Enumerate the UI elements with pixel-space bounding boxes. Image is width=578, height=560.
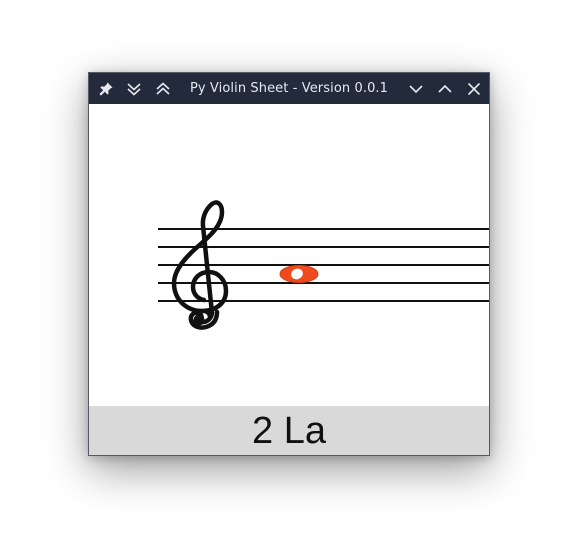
maximize-icon[interactable]	[434, 78, 456, 100]
keep-above-icon[interactable]	[152, 78, 174, 100]
minimize-icon[interactable]	[405, 78, 427, 100]
window-title: Py Violin Sheet - Version 0.0.1	[189, 81, 389, 96]
note-name-label: 2 La	[252, 410, 326, 452]
music-staff	[158, 200, 489, 330]
close-icon[interactable]	[463, 78, 485, 100]
title-bar[interactable]: Py Violin Sheet - Version 0.0.1	[89, 73, 489, 104]
note-head	[279, 265, 319, 283]
pin-icon[interactable]	[95, 78, 117, 100]
keep-below-icon[interactable]	[123, 78, 145, 100]
app-window: Py Violin Sheet - Version 0.0.1 2 La	[88, 72, 490, 456]
note-name-bar: 2 La	[89, 406, 489, 455]
music-staff-area	[89, 104, 489, 406]
